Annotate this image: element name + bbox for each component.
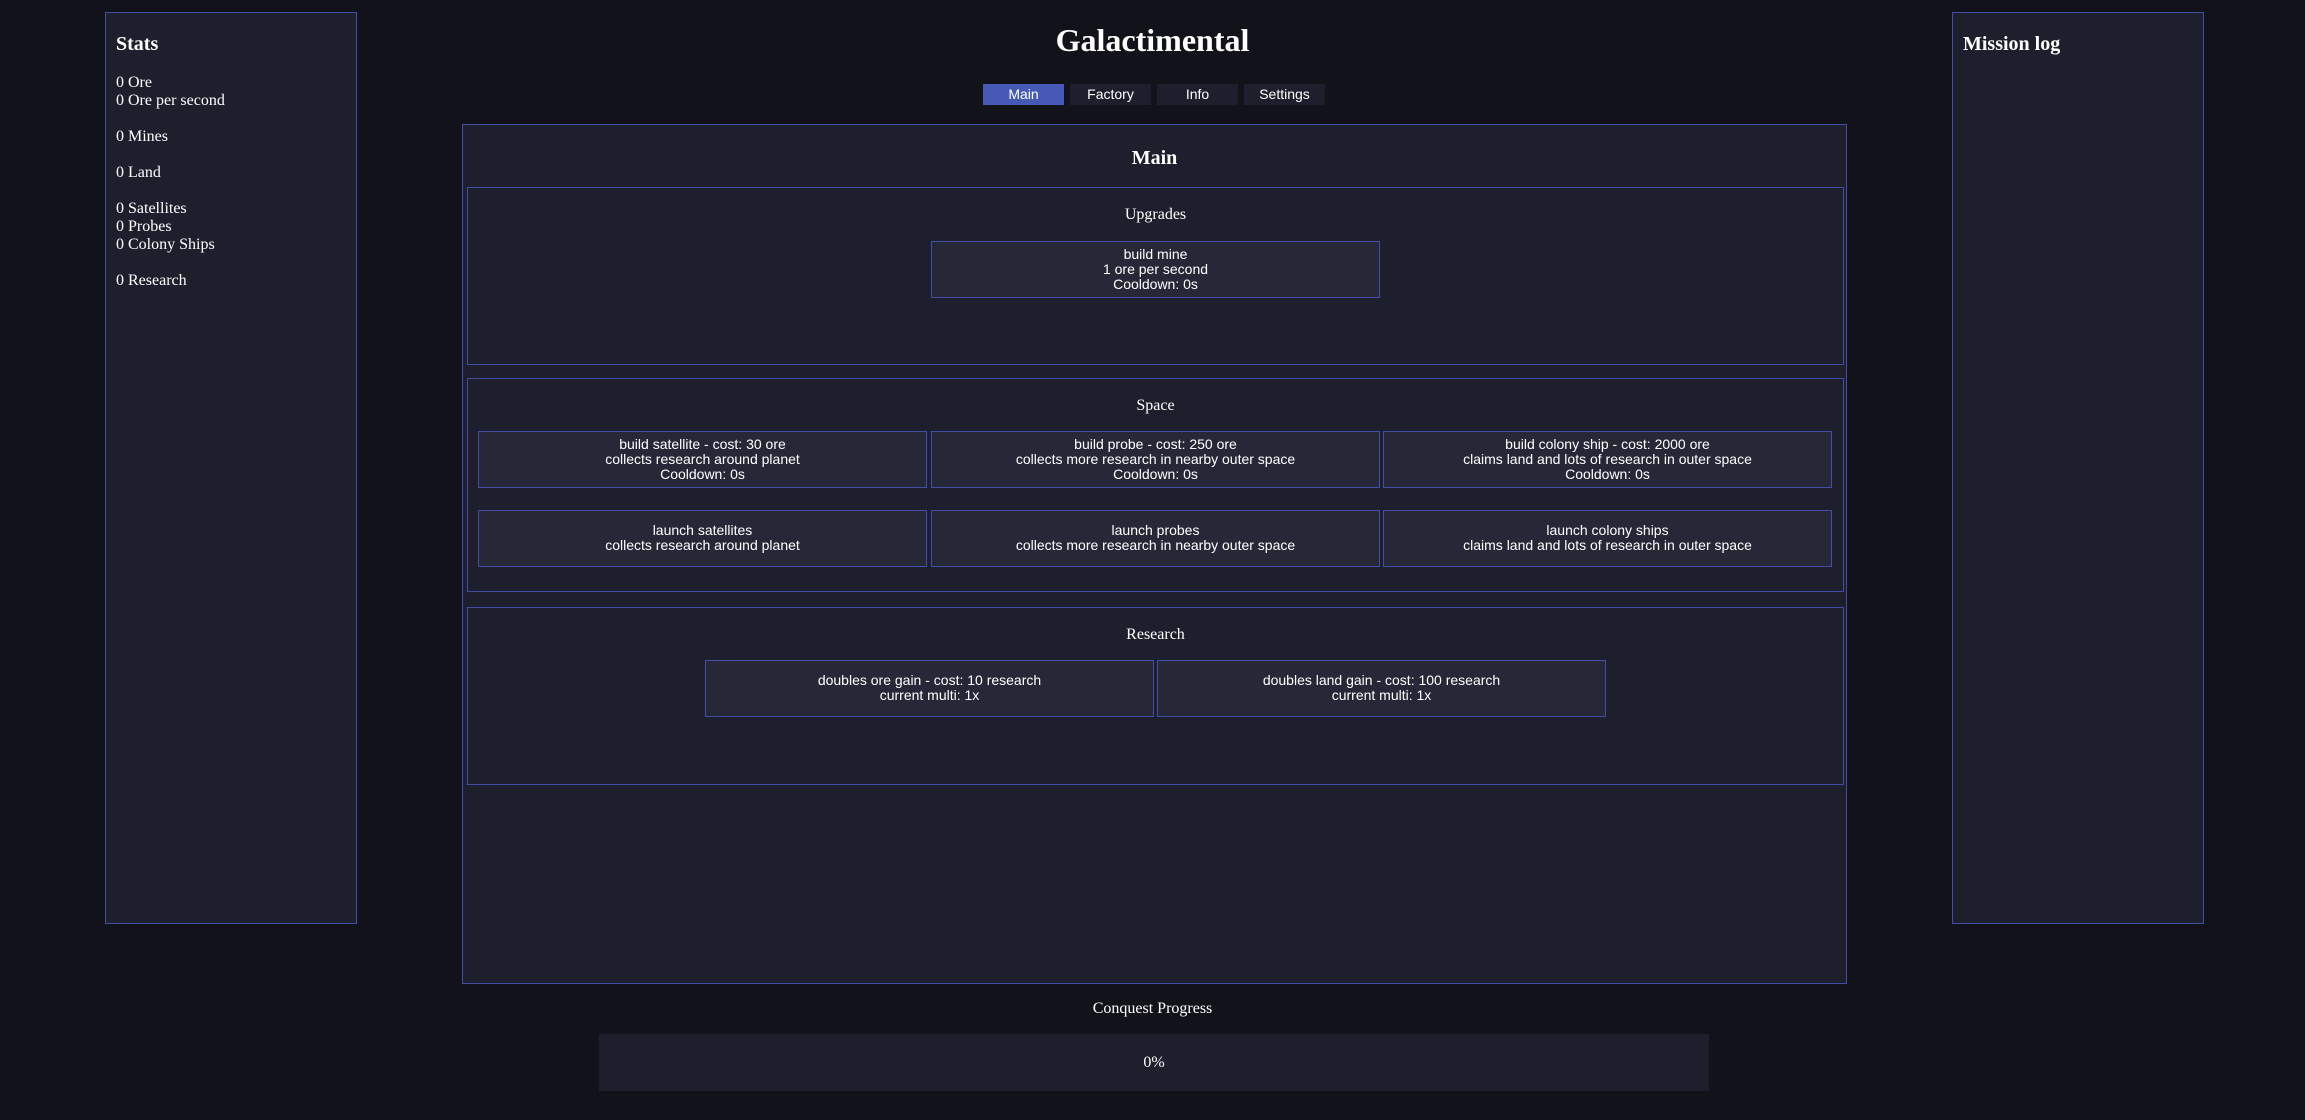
ore-stats: 0 Ore 0 Ore per second [116,74,346,110]
upgrades-title: Upgrades [1124,206,1187,223]
launch-colony-ships-desc: claims land and lots of research in oute… [1463,537,1752,553]
launch-probes-button[interactable]: launch probes collects more research in … [931,510,1380,567]
main-panel: Main Upgrades build mine 1 ore per secon… [462,124,1847,984]
build-mine-rate: 1 ore per second [1102,261,1209,277]
launch-colony-ships-button[interactable]: launch colony ships claims land and lots… [1383,510,1832,567]
double-ore-multi: current multi: 1x [879,687,980,703]
launch-satellites-button[interactable]: launch satellites collects research arou… [478,510,927,567]
build-satellite-label: build satellite - cost: 30 ore [619,436,786,452]
land-count: 0 Land [116,164,161,181]
mission-log-title: Mission log [1963,33,2061,55]
launch-probes-label: launch probes [1111,522,1200,538]
ore-per-second: 0 Ore per second [116,92,225,109]
launch-colony-ships-label: launch colony ships [1546,522,1669,538]
build-probe-desc: collects more research in nearby outer s… [1015,451,1296,467]
mission-log-panel: Mission log [1952,12,2204,924]
tab-factory[interactable]: Factory [1070,84,1151,105]
build-probe-button[interactable]: build probe - cost: 250 ore collects mor… [931,431,1380,488]
launch-satellites-desc: collects research around planet [605,537,800,553]
ship-stats: 0 Satellites 0 Probes 0 Colony Ships [116,200,346,254]
tab-info[interactable]: Info [1157,84,1238,105]
mine-stats: 0 Mines [116,128,346,146]
conquest-progress-label: Conquest Progress [1092,1000,1213,1017]
stats-title: Stats [116,33,159,55]
mines-count: 0 Mines [116,128,168,145]
space-section: Space build satellite - cost: 30 ore col… [467,378,1844,592]
double-ore-button[interactable]: doubles ore gain - cost: 10 research cur… [705,660,1154,717]
ore-count: 0 Ore [116,74,152,91]
tab-main[interactable]: Main [983,84,1064,105]
land-stats: 0 Land [116,164,346,182]
double-land-button[interactable]: doubles land gain - cost: 100 research c… [1157,660,1606,717]
build-colony-ship-cooldown: Cooldown: 0s [1565,466,1650,482]
build-mine-cooldown: Cooldown: 0s [1113,276,1198,292]
main-title: Main [1131,147,1178,169]
double-land-multi: current multi: 1x [1331,687,1432,703]
build-probe-cooldown: Cooldown: 0s [1113,466,1198,482]
probes-count: 0 Probes [116,218,172,235]
build-mine-button[interactable]: build mine 1 ore per second Cooldown: 0s [931,241,1380,298]
conquest-progress-bar: 0% [599,1034,1709,1091]
build-satellite-cooldown: Cooldown: 0s [660,466,745,482]
build-satellite-desc: collects research around planet [605,451,800,467]
double-ore-label: doubles ore gain - cost: 10 research [817,672,1042,688]
tab-settings[interactable]: Settings [1244,84,1325,105]
tab-bar: Main Factory Info Settings [983,84,1331,105]
research-section: Research doubles ore gain - cost: 10 res… [467,607,1844,785]
build-satellite-button[interactable]: build satellite - cost: 30 ore collects … [478,431,927,488]
space-title: Space [1136,397,1175,414]
build-colony-ship-desc: claims land and lots of research in oute… [1463,451,1752,467]
research-title: Research [1126,626,1185,643]
launch-satellites-label: launch satellites [652,522,753,538]
build-probe-label: build probe - cost: 250 ore [1074,436,1237,452]
research-count: 0 Research [116,272,187,289]
stats-panel: Stats 0 Ore 0 Ore per second 0 Mines 0 L… [105,12,357,924]
double-land-label: doubles land gain - cost: 100 research [1262,672,1501,688]
research-stats: 0 Research [116,272,346,290]
build-mine-label: build mine [1123,246,1188,262]
build-colony-ship-button[interactable]: build colony ship - cost: 2000 ore claim… [1383,431,1832,488]
conquest-progress-value: 0% [1143,1054,1165,1071]
satellites-count: 0 Satellites [116,200,187,217]
colony-ships-count: 0 Colony Ships [116,236,215,253]
launch-probes-desc: collects more research in nearby outer s… [1015,537,1296,553]
build-colony-ship-label: build colony ship - cost: 2000 ore [1505,436,1710,452]
upgrades-section: Upgrades build mine 1 ore per second Coo… [467,187,1844,365]
